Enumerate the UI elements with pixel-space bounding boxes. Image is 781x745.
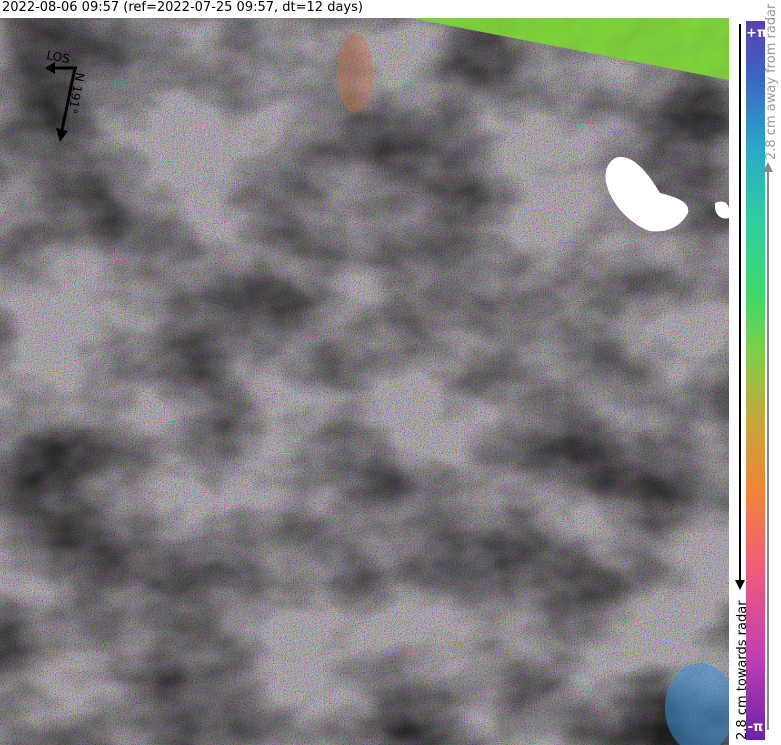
towards-label: 2.8 cm towards radar bbox=[735, 600, 750, 740]
interferogram-map: LOS N 191° bbox=[0, 18, 729, 745]
colorbar-top-label: +π bbox=[746, 26, 768, 41]
phase-swath bbox=[0, 18, 729, 745]
image-title: 2022-08-06 09:57 (ref=2022-07-25 09:57, … bbox=[2, 0, 363, 15]
towards-arrow bbox=[767, 170, 769, 730]
away-label: 2.8 cm away from radar bbox=[764, 3, 779, 160]
interferogram-canvas bbox=[0, 18, 729, 745]
away-arrow bbox=[739, 24, 741, 584]
